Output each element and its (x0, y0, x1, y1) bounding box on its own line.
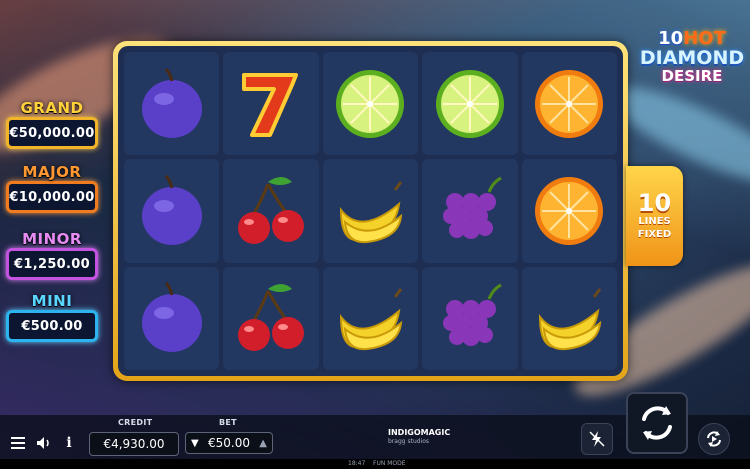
seven-symbol (242, 72, 299, 137)
reel-cell (322, 52, 419, 156)
banana-symbol (340, 288, 403, 351)
reel-cell (422, 266, 518, 370)
reel-cell (124, 266, 220, 370)
spin-icon (642, 406, 672, 440)
logo-hot: HOT (683, 28, 726, 49)
banana-symbol (340, 181, 403, 244)
jackpot-minor-amount: €1,250.00 (6, 248, 98, 280)
volume-icon[interactable] (35, 434, 53, 452)
status-time: 18:47 (348, 460, 366, 467)
plum-symbol (141, 282, 202, 353)
turbo-icon[interactable] (581, 423, 613, 455)
brand-logo: INDIGOMAGIC bragg studios (388, 428, 450, 446)
jackpot-major-title: MAJOR (22, 163, 82, 181)
autoplay-icon[interactable] (698, 423, 730, 455)
bet-value: €50.00 (208, 436, 250, 450)
menu-icon[interactable] (10, 434, 26, 452)
jackpot-grand-amount: €50,000.00 (6, 117, 98, 149)
reel-cell (521, 52, 617, 156)
brand-name: INDIGOMAGIC (388, 428, 451, 437)
jackpot-mini-amount: €500.00 (6, 310, 98, 342)
reel-cell (521, 159, 617, 263)
reel-cell (223, 266, 319, 370)
logo-desire: DESIRE (661, 67, 723, 85)
reel-cell (223, 52, 319, 156)
info-icon[interactable]: i (62, 434, 76, 452)
brand-sub: bragg studios (388, 438, 430, 445)
reel-grid (118, 46, 623, 376)
reel-cell (322, 159, 419, 263)
orange-symbol (535, 176, 604, 245)
game-logo: 10HOT DIAMOND DESIRE (636, 28, 748, 85)
grapes-symbol (442, 283, 502, 347)
bet-up-icon[interactable]: ▲ (259, 438, 267, 449)
lines-count: 10 (637, 189, 672, 217)
credit-value: €4,930.00 (89, 432, 179, 456)
banana-symbol (539, 288, 602, 351)
bet-down-icon[interactable]: ▼ (191, 438, 199, 449)
cherry-symbol (238, 284, 305, 352)
credit-label: CREDIT (118, 418, 153, 427)
reel-cell (223, 159, 319, 263)
lines-label: LINES (638, 216, 671, 227)
status-mode: FUN MODE (373, 460, 406, 467)
plum-symbol (141, 67, 202, 138)
spin-button[interactable] (626, 392, 688, 454)
status-bar: 18:47 FUN MODE (0, 459, 750, 469)
lines-fixed-label: FIXED (637, 229, 672, 240)
bet-label: BET (219, 418, 237, 427)
grapes-symbol (442, 176, 502, 239)
jackpot-major: MAJOR €10,000.00 (6, 164, 98, 213)
reel-cell (422, 52, 518, 156)
orange-symbol (535, 69, 604, 138)
logo-diamond: DIAMOND (639, 47, 745, 69)
lime-symbol (435, 69, 504, 138)
jackpot-minor-title: MINOR (22, 230, 82, 248)
lime-symbol (336, 69, 405, 138)
jackpot-mini: MINI €500.00 (6, 293, 98, 342)
reel-cell (124, 52, 220, 156)
cherry-symbol (238, 176, 305, 244)
reel-cell (521, 266, 617, 370)
plum-symbol (141, 174, 202, 245)
reel-cell (322, 266, 419, 370)
jackpot-mini-title: MINI (31, 292, 73, 310)
jackpot-minor: MINOR €1,250.00 (6, 231, 98, 280)
jackpot-grand-title: GRAND (20, 99, 84, 117)
reel-cell (124, 159, 220, 263)
lines-fixed-badge: 10 LINES FIXED (626, 166, 683, 266)
bet-control: ▼ €50.00 ▲ (185, 432, 273, 454)
reel-cell (422, 159, 518, 263)
jackpot-major-amount: €10,000.00 (6, 181, 98, 213)
logo-number: 10 (658, 28, 684, 49)
reel-frame (113, 41, 628, 381)
jackpot-grand: GRAND €50,000.00 (6, 100, 98, 149)
